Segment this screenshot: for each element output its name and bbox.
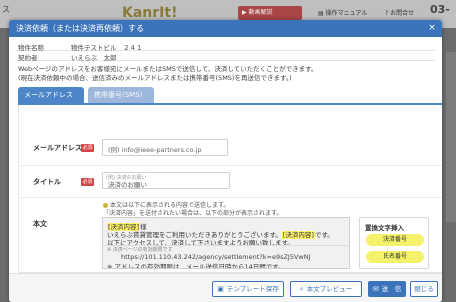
email-field[interactable]: (例) info@ieee-partners.co.jp [102, 139, 228, 156]
tab-sms[interactable]: 携帯番号(SMS) [88, 87, 154, 103]
youtube-label: 動画解説 [248, 9, 273, 16]
note-line-1: 本文は以下に表示される内容で送信します。 [110, 202, 230, 209]
question-link[interactable]: ? お問合せ [385, 8, 414, 17]
modal-footer: ▣ テンプレート保存 ⌕ 本文プレビュー ✉ 送 信 閉じる [9, 273, 442, 302]
modal-title-bar: 決済依頼（または決済再依頼）する × [9, 20, 442, 37]
description-line-1: Webページのアドレスをお客様宛にメールまたはSMSで送信して、決済していただく… [18, 65, 318, 73]
contractor-label: 契約者 [18, 54, 38, 62]
manual-label: 操作マニュアル [325, 10, 368, 17]
info-row-property: 物件名称 物件テストビル ２４１ [16, 41, 435, 52]
separator-2 [19, 197, 442, 198]
title-field[interactable]: (例) 決済のお願い 決済のお願い [102, 172, 230, 189]
body-small-note: ※ 決済ページの有効期限です [107, 247, 173, 253]
phone-number: 03- [430, 3, 450, 16]
tab-email[interactable]: メールアドレス [18, 87, 84, 103]
contractor-value: いえらぶ 太郎 [71, 54, 117, 62]
save-template-label: テンプレート保存 [226, 285, 279, 293]
send-label: 送 信 [381, 285, 402, 293]
app-side-strip [446, 52, 456, 222]
question-label: お問合せ [390, 10, 415, 17]
send-button[interactable]: ✉ 送 信 [368, 281, 406, 297]
save-icon: ▣ [217, 285, 224, 293]
modal-description: Webページのアドレスをお客様宛にメールまたはSMSで送信して、決済していただく… [18, 65, 433, 83]
title-required-badge: 必須 [81, 178, 94, 186]
body-line-2-suffix: です。 [314, 231, 334, 239]
save-template-button[interactable]: ▣ テンプレート保存 [212, 281, 284, 297]
manual-link[interactable]: ▤ 操作マニュアル [318, 8, 367, 17]
info-row-contractor: 契約者 いえらぶ 太郎 [16, 51, 435, 62]
body-note-1: 本文は以下に表示される内容で送信します。 [103, 202, 229, 210]
payment-request-modal: 決済依頼（または決済再依頼）する × 物件名称 物件テストビル ２４１ 契約者 … [9, 20, 442, 302]
body-label: 本文 [33, 220, 47, 228]
body-line-5: ※ アドレスの有効期限は、メール送信日時から14日間です。 [107, 263, 285, 269]
insert-payment-number-button[interactable]: 決済番号 [366, 234, 424, 246]
email-required-badge: 必須 [81, 144, 94, 152]
email-label: メールアドレス [33, 144, 82, 152]
close-label: 閉じる [414, 285, 434, 293]
book-icon: ▤ [318, 10, 326, 17]
body-url: https://101.110.43.242/agency/settlement… [121, 253, 311, 261]
send-icon: ✉ [372, 285, 379, 293]
brand-name: KanrIt! [122, 5, 178, 21]
note-line-2: 「決済内容」を送付されたい場合は、以下の部分が表示されます。 [103, 210, 283, 217]
email-form: メールアドレス 必須 (例) info@ieee-partners.co.jp … [18, 105, 442, 273]
preview-button[interactable]: ⌕ 本文プレビュー [290, 281, 362, 297]
placeholder-insert-panel: 置換文字挿入 決済番号 氏名番号 [359, 217, 429, 269]
close-icon[interactable]: × [427, 20, 437, 37]
insert-name-button[interactable]: 氏名番号 [366, 251, 424, 263]
note-dot-icon [103, 203, 108, 208]
body-textarea[interactable]: [決済内容]様 いえらぶ賃貸管理をご利用いただきありがとうございます。[決済内容… [102, 217, 350, 269]
description-line-2: (現在決済依頼中の場合、送信済みのメールアドレスまたは携帯番号(SMS)を再送信… [18, 74, 292, 82]
separator-1 [19, 165, 442, 166]
title-label: タイトル [33, 178, 61, 186]
title-value: 決済のお願い [108, 181, 147, 189]
search-icon: ⌕ [299, 285, 304, 293]
youtube-button[interactable]: ▶ 動画解説 [238, 6, 302, 20]
insert-panel-title: 置換文字挿入 [365, 224, 404, 232]
preview-label: 本文プレビュー [306, 285, 353, 293]
modal-title: 決済依頼（または決済再依頼）する [16, 24, 144, 33]
email-value: (例) info@ieee-partners.co.jp [108, 146, 202, 154]
close-button[interactable]: 閉じる [410, 281, 438, 297]
